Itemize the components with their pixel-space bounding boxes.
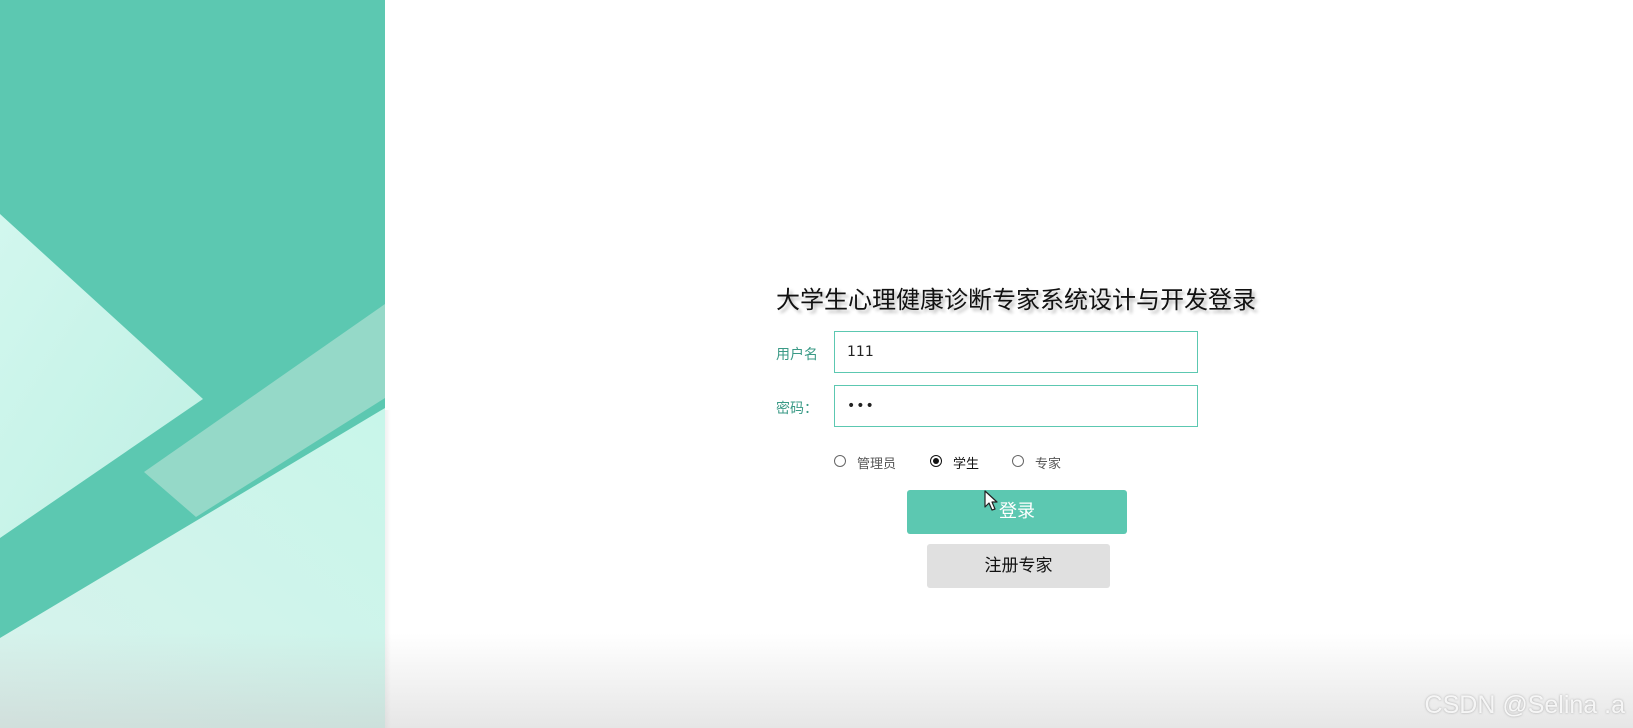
username-input[interactable] <box>834 331 1198 373</box>
role-label-admin: 管理员 <box>857 457 897 472</box>
page-title: 大学生心理健康诊断专家系统设计与开发登录 <box>776 286 1256 314</box>
role-label-student: 学生 <box>953 457 980 472</box>
password-input[interactable] <box>834 385 1198 427</box>
password-label: 密码： <box>776 401 818 417</box>
watermark-text: CSDN @Selina .a <box>1424 691 1625 719</box>
role-label-expert: 专家 <box>1035 457 1062 472</box>
decorative-side-panel <box>0 0 385 728</box>
radio-admin[interactable] <box>834 455 846 467</box>
username-label: 用户名 <box>776 347 818 363</box>
login-button[interactable]: 登录 <box>907 490 1127 534</box>
radio-student[interactable] <box>930 455 942 467</box>
login-page: 大学生心理健康诊断专家系统设计与开发登录 用户名 密码： 管理员 学生 专家 登… <box>0 0 1633 728</box>
radio-expert[interactable] <box>1012 455 1024 467</box>
decorative-triangles <box>0 214 385 728</box>
panel-edge-shadow <box>385 410 391 728</box>
arrow-cursor-icon <box>984 490 998 511</box>
register-expert-button[interactable]: 注册专家 <box>927 544 1110 588</box>
